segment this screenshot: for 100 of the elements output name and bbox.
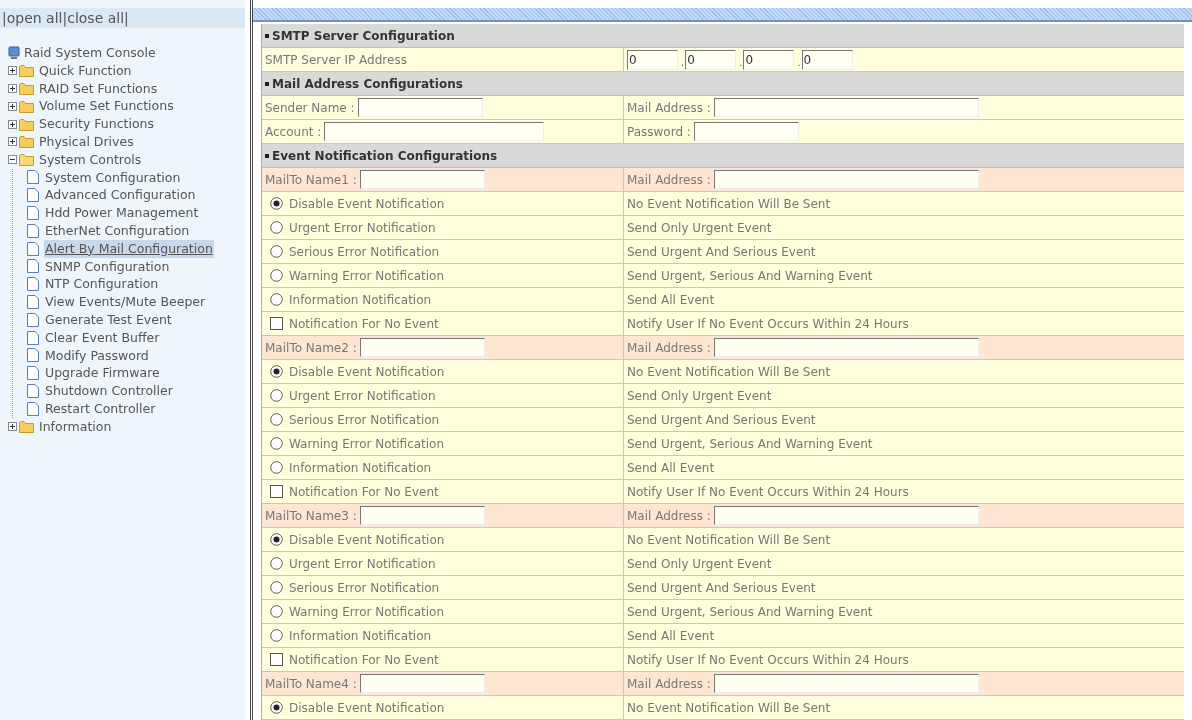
expand-icon[interactable] — [8, 84, 17, 93]
tree-item-link[interactable]: View Events/Mute Beeper — [44, 293, 207, 311]
text-field[interactable] — [713, 338, 979, 357]
field-label: SMTP Server IP Address — [265, 51, 407, 69]
field-label: Password : — [627, 123, 691, 141]
ip-octet-field[interactable]: 0 — [743, 49, 795, 70]
tree-folder-label[interactable]: Volume Set Functions — [39, 97, 174, 116]
option-label: Information Notification — [289, 459, 432, 477]
text-field[interactable] — [713, 98, 979, 117]
radio-button[interactable] — [270, 581, 283, 594]
radio-button[interactable] — [270, 701, 283, 714]
text-field[interactable] — [713, 506, 979, 525]
expand-icon[interactable] — [8, 137, 17, 147]
page-icon — [27, 206, 39, 221]
tree-item-link[interactable]: Generate Test Event — [44, 310, 173, 329]
tree-item-link[interactable]: EtherNet Configuration — [44, 221, 191, 240]
field-label: Mail Address : — [627, 675, 711, 693]
tree-item-link[interactable]: NTP Configuration — [44, 275, 160, 294]
tree-folder-label[interactable]: Information — [39, 417, 112, 436]
tree-item-link[interactable]: Clear Event Buffer — [44, 328, 161, 347]
folder-icon — [19, 135, 35, 149]
expand-icon[interactable] — [8, 422, 17, 432]
folder-icon — [19, 64, 35, 78]
radio-button[interactable] — [270, 197, 283, 210]
section-title: Event Notification Configurations — [272, 147, 498, 165]
bullet-icon — [265, 153, 269, 158]
page-icon — [27, 259, 39, 274]
tree-item-link[interactable]: Modify Password — [44, 346, 150, 365]
text-field[interactable] — [359, 506, 485, 525]
tree-folder-label[interactable]: Security Functions — [39, 115, 154, 133]
tree-item-link[interactable]: Alert By Mail Configuration — [44, 239, 214, 258]
tree-folder-label[interactable]: Physical Drives — [39, 133, 134, 151]
option-label: Disable Event Notification — [289, 531, 445, 549]
page-icon — [27, 295, 39, 310]
option-label: Serious Error Notification — [289, 579, 440, 597]
option-description: No Event Notification Will Be Sent — [627, 195, 831, 213]
tree-folder-label[interactable]: Quick Function — [39, 61, 132, 80]
page-icon — [27, 241, 39, 256]
option-description: Send All Event — [627, 627, 715, 645]
radio-button[interactable] — [270, 533, 283, 546]
field-label: Account : — [265, 123, 322, 141]
tree-item-link[interactable]: System Configuration — [44, 168, 182, 187]
collapse-icon[interactable] — [8, 155, 17, 165]
folder-icon — [19, 153, 35, 167]
link-bar[interactable]: |open all|close all| — [0, 8, 245, 28]
radio-button[interactable] — [270, 389, 283, 402]
radio-button[interactable] — [270, 629, 283, 642]
radio-button[interactable] — [270, 293, 283, 306]
page-icon — [27, 312, 39, 327]
tree-item-link[interactable]: Advanced Configuration — [44, 186, 197, 205]
text-field[interactable] — [357, 98, 483, 117]
field-label: MailTo Name4 : — [265, 675, 357, 693]
tree-item-link[interactable]: Hdd Power Management — [44, 204, 200, 222]
page-icon — [27, 188, 39, 203]
tree-item-link[interactable]: Restart Controller — [44, 399, 157, 418]
tree-item-link[interactable]: Shutdown Controller — [44, 382, 174, 400]
option-label: Warning Error Notification — [289, 603, 445, 621]
bullet-icon — [265, 81, 269, 86]
radio-button[interactable] — [270, 605, 283, 618]
option-description: Send Urgent, Serious And Warning Event — [627, 603, 873, 621]
text-field[interactable] — [693, 122, 799, 141]
checkbox[interactable] — [270, 317, 283, 330]
tree-folder-label[interactable]: System Controls — [39, 150, 142, 169]
text-field[interactable] — [713, 170, 979, 189]
option-label: Disable Event Notification — [289, 363, 445, 381]
text-field[interactable] — [713, 674, 979, 693]
expand-icon[interactable] — [8, 101, 17, 111]
radio-button[interactable] — [270, 245, 283, 258]
option-label: Warning Error Notification — [289, 435, 445, 453]
checkbox[interactable] — [270, 485, 283, 498]
radio-button[interactable] — [270, 413, 283, 426]
option-description: No Event Notification Will Be Sent — [627, 363, 831, 381]
option-description: Notify User If No Event Occurs Within 24 Hours — [627, 651, 909, 669]
computer-icon — [8, 45, 20, 60]
text-field[interactable] — [324, 122, 545, 141]
radio-button[interactable] — [270, 269, 283, 282]
tree-item-link[interactable]: SNMP Configuration — [44, 257, 171, 276]
radio-button[interactable] — [270, 557, 283, 570]
expand-icon[interactable] — [8, 66, 17, 76]
tree-folder-label[interactable]: RAID Set Functions — [39, 79, 158, 98]
radio-button[interactable] — [270, 365, 283, 378]
option-label: Warning Error Notification — [289, 267, 445, 285]
tree-item-link[interactable]: Upgrade Firmware — [44, 364, 161, 383]
expand-icon[interactable] — [8, 119, 17, 129]
option-label: Urgent Error Notification — [289, 219, 436, 237]
ip-separator: . — [681, 55, 685, 70]
option-description: Send Only Urgent Event — [627, 387, 772, 405]
folder-icon — [19, 420, 35, 434]
field-label: Mail Address : — [627, 171, 711, 189]
checkbox[interactable] — [270, 653, 283, 666]
text-field[interactable] — [359, 674, 485, 693]
ip-octet-field[interactable]: 0 — [685, 49, 737, 70]
ip-octet-field[interactable]: 0 — [801, 49, 853, 70]
radio-button[interactable] — [270, 221, 283, 234]
tree-root-label[interactable]: Raid System Console — [24, 44, 156, 62]
ip-octet-field[interactable]: 0 — [627, 49, 678, 70]
text-field[interactable] — [359, 338, 485, 357]
radio-button[interactable] — [270, 461, 283, 474]
text-field[interactable] — [359, 170, 485, 189]
radio-button[interactable] — [270, 437, 283, 450]
